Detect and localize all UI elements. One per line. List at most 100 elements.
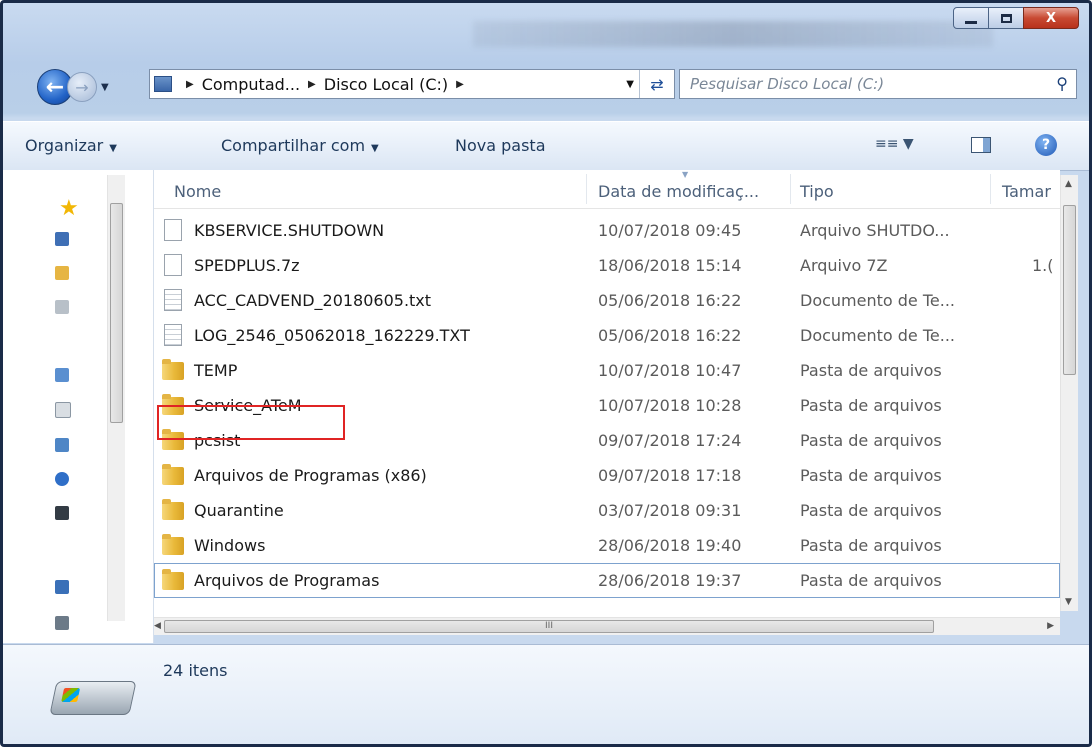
navigation-pane-scrollbar[interactable]: [107, 175, 125, 621]
file-date: 28/06/2018 19:40: [598, 536, 742, 555]
file-date: 09/07/2018 17:24: [598, 431, 742, 450]
column-type[interactable]: Tipo: [800, 182, 834, 201]
file-row[interactable]: SPEDPLUS.7z 18/06/2018 15:14 Arquivo 7Z 1.(: [154, 248, 1060, 283]
close-button[interactable]: X: [1023, 7, 1079, 29]
column-divider[interactable]: [790, 174, 791, 204]
local-disk-drive-icon: [49, 681, 137, 715]
file-date: 05/06/2018 16:22: [598, 326, 742, 345]
breadcrumb-local-disk[interactable]: Disco Local (C:): [324, 75, 448, 94]
new-folder-button[interactable]: Nova pasta: [455, 136, 546, 155]
file-type: Arquivo 7Z: [800, 256, 888, 275]
column-divider[interactable]: [990, 174, 991, 204]
new-folder-label: Nova pasta: [455, 136, 546, 155]
file-list-vertical-scrollbar[interactable]: ▲ ▼: [1060, 175, 1078, 611]
forward-button[interactable]: →: [67, 72, 97, 102]
sort-indicator-icon: ▼: [682, 170, 689, 179]
minimize-button[interactable]: [953, 7, 989, 29]
explorer-window: X ← → ▼ ▶ Computad... ▶ Disco Local (C:)…: [0, 0, 1092, 747]
chevron-down-icon: ▼: [109, 143, 117, 154]
network-icon[interactable]: [55, 616, 69, 630]
caption-buttons: X: [953, 7, 1079, 29]
item-count: 24 itens: [163, 661, 228, 680]
file-name: Arquivos de Programas: [194, 571, 380, 590]
file-type: Documento de Te...: [800, 326, 956, 345]
recent-pages-dropdown-icon[interactable]: ▼: [101, 82, 109, 93]
folder-icon: [162, 534, 184, 555]
music-icon[interactable]: [55, 472, 69, 486]
maximize-button[interactable]: [988, 7, 1024, 29]
scrollbar-thumb[interactable]: [110, 203, 123, 423]
column-divider[interactable]: [586, 174, 587, 204]
documents-icon[interactable]: [55, 402, 71, 418]
file-date: 05/06/2018 16:22: [598, 291, 742, 310]
scrollbar-thumb[interactable]: III: [164, 620, 934, 633]
command-bar: Organizar ▼ Compartilhar com ▼ Nova pasta …: [3, 121, 1089, 171]
address-dropdown-icon[interactable]: ▼: [626, 79, 634, 90]
minimize-icon: [965, 20, 977, 24]
breadcrumb-separator-icon[interactable]: ▶: [186, 79, 194, 90]
folder-icon: [162, 359, 184, 380]
file-type: Pasta de arquivos: [800, 571, 942, 590]
file-name: Arquivos de Programas (x86): [194, 466, 427, 485]
videos-icon[interactable]: [55, 506, 69, 520]
column-name[interactable]: Nome: [174, 182, 221, 201]
file-row[interactable]: Arquivos de Programas (x86) 09/07/2018 17…: [154, 458, 1060, 493]
file-row[interactable]: Quarantine 03/07/2018 09:31 Pasta de arqui…: [154, 493, 1060, 528]
column-size[interactable]: Tamar: [1002, 182, 1051, 201]
file-row[interactable]: ACC_CADVEND_20180605.txt 05/06/2018 16:22…: [154, 283, 1060, 318]
text-file-icon: [164, 289, 182, 311]
libraries-icon[interactable]: [55, 368, 69, 382]
computer-icon: [154, 76, 172, 92]
scroll-left-icon[interactable]: ◀: [154, 621, 161, 631]
search-icon[interactable]: ⚲: [1056, 74, 1068, 93]
navigation-pane: ★: [3, 170, 154, 643]
scroll-up-icon[interactable]: ▲: [1065, 179, 1072, 189]
folder-icon: [162, 464, 184, 485]
desktop-icon[interactable]: [55, 232, 69, 246]
file-list-horizontal-scrollbar[interactable]: ◀ III ▶: [154, 617, 1060, 635]
file-row[interactable]: LOG_2546_05062018_162229.TXT 05/06/2018 1…: [154, 318, 1060, 353]
search-input[interactable]: Pesquisar Disco Local (C:) ⚲: [679, 69, 1077, 99]
breadcrumb-computer[interactable]: Computad...: [202, 75, 300, 94]
refresh-button[interactable]: ⇄: [639, 70, 674, 98]
address-bar[interactable]: ▶ Computad... ▶ Disco Local (C:) ▶ ▼ ⇄: [149, 69, 675, 99]
column-date[interactable]: Data de modificaç...: [598, 182, 759, 201]
file-icon: [164, 254, 182, 276]
file-name: TEMP: [194, 361, 238, 380]
file-row[interactable]: Arquivos de Programas 28/06/2018 19:37 Pas…: [154, 563, 1060, 598]
background-window-ghost: [473, 21, 993, 47]
preview-pane-icon[interactable]: [971, 137, 991, 153]
file-type: Pasta de arquivos: [800, 361, 942, 380]
file-date: 09/07/2018 17:18: [598, 466, 742, 485]
file-type: Pasta de arquivos: [800, 536, 942, 555]
file-row[interactable]: KBSERVICE.SHUTDOWN 10/07/2018 09:45 Arquiv…: [154, 213, 1060, 248]
file-date: 18/06/2018 15:14: [598, 256, 742, 275]
file-icon: [164, 219, 182, 241]
scroll-down-icon[interactable]: ▼: [1065, 597, 1072, 607]
share-button[interactable]: Compartilhar com ▼: [221, 136, 379, 155]
file-name: Windows: [194, 536, 266, 555]
file-date: 10/07/2018 09:45: [598, 221, 742, 240]
scroll-right-icon[interactable]: ▶: [1047, 621, 1054, 631]
organize-button[interactable]: Organizar ▼: [25, 136, 117, 155]
file-type: Documento de Te...: [800, 291, 956, 310]
downloads-folder-icon[interactable]: [55, 266, 69, 280]
navigation-buttons: ← → ▼: [37, 69, 109, 105]
file-row[interactable]: TEMP 10/07/2018 10:47 Pasta de arquivos: [154, 353, 1060, 388]
file-row[interactable]: Windows 28/06/2018 19:40 Pasta de arquivos: [154, 528, 1060, 563]
view-options-icon[interactable]: ≡≡ ▼: [875, 136, 914, 152]
file-type: Pasta de arquivos: [800, 501, 942, 520]
breadcrumb-separator-icon[interactable]: ▶: [308, 79, 316, 90]
file-name: Quarantine: [194, 501, 284, 520]
recent-places-icon[interactable]: [55, 300, 69, 314]
scrollbar-thumb[interactable]: [1063, 205, 1076, 375]
pictures-icon[interactable]: [55, 438, 69, 452]
computer-nav-icon[interactable]: [55, 580, 69, 594]
breadcrumb: ▶ Computad... ▶ Disco Local (C:) ▶: [178, 75, 472, 94]
favorites-star-icon[interactable]: ★: [59, 196, 79, 221]
windows-logo-icon: [61, 688, 81, 702]
help-icon[interactable]: ?: [1035, 134, 1057, 156]
file-name: KBSERVICE.SHUTDOWN: [194, 221, 385, 240]
file-list: Nome ▼ Data de modificaç... Tipo Tamar K…: [154, 170, 1060, 620]
breadcrumb-separator-icon[interactable]: ▶: [456, 79, 464, 90]
